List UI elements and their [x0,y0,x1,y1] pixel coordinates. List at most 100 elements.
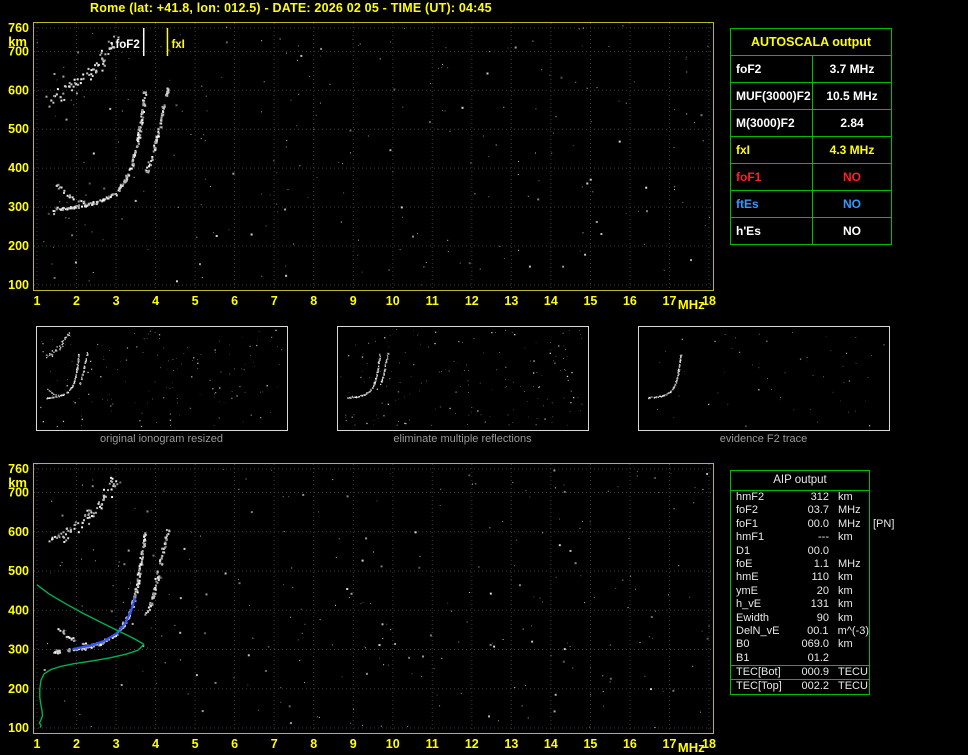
noise-dots [43,469,710,728]
autoscala-table-title: AUTOSCALA output [731,29,891,56]
x-axis-unit-label: MHz [678,740,705,755]
x-tick-label: 16 [623,294,637,308]
aip-tec-rows: TEC[Bot] 000.9 TECU TEC[Top] 002.2 TECU [731,665,869,694]
ionogram-bottom: 1 2 3 4 5 6 7 8 9 10 11 12 13 14 15 16 17 187607006005004… [8,462,716,755]
thumb-clean [337,326,589,431]
x-tick-label: 2 [73,737,80,751]
aip-row: hmE 110 km [731,571,869,584]
aip-param-value: 00.0 [807,517,829,530]
x-tick-label: 1 [34,294,41,308]
autoscala-row: MUF(3000)F2 10.5 MHz [731,83,891,110]
x-tick-label: 16 [623,737,637,751]
autoscala-output-table: AUTOSCALA output foF2 3.7 MHz MUF(3000)F2 1… [730,28,892,245]
x-tick-label: 2 [73,294,80,308]
autoscala-row: foF1 NO [731,164,891,191]
aip-row: B0 069.0 km [731,638,869,651]
aip-tec-row: TEC[Bot] 000.9 TECU [731,665,869,679]
autoscala-param-value: NO [843,197,861,211]
x-tick-label: 9 [350,294,357,308]
x-tick-label: 14 [544,737,558,751]
aip-param-unit: km [838,531,853,544]
aip-param-note: [PN] [873,517,895,530]
aip-param-name: h_vE [736,598,762,611]
aip-param-name: DelN_vE [736,624,780,637]
autoscala-param-name: h'Es [731,218,813,244]
x-tick-label: 6 [231,294,238,308]
aip-param-unit: km [838,584,853,597]
aip-row: foF1 00.0 MHz [PN] [731,517,894,531]
x-tick-label: 13 [504,294,518,308]
autoscala-param-value: 4.3 MHz [829,143,875,157]
noise-dots [657,332,885,427]
aip-param-unit: km [838,491,853,503]
autoscala-row: foF2 3.7 MHz [731,56,891,83]
foF2-marker-label: foF2 [115,39,139,51]
x-tick-label: 12 [465,737,479,751]
x-tick-label: 11 [426,737,439,751]
tec-param-value: 000.9 [801,666,829,679]
aip-row: Ewidth 90 km [731,612,869,625]
y-tick-label: 500 [8,122,29,136]
fxI-marker-label: fxI [171,39,184,51]
tec-param-name: TEC[Top] [736,680,782,693]
x-tick-label: 4 [152,294,159,308]
aip-output-table: AIP output hmF2 312 km foF2 03.7 MHz foF1 00.0 M… [730,470,894,695]
aip-row: B1 01.2 [731,652,869,665]
autoscala-row: h'Es NO [731,218,891,244]
aip-param-name: hmF1 [736,531,765,544]
y-tick-label: 500 [8,564,29,578]
autoscala-param-value: 10.5 MHz [826,89,878,103]
x-tick-label: 7 [271,737,278,751]
aip-param-unit: MHz [838,504,861,517]
y-tick-label: 200 [8,682,29,696]
axis-labels: 1 2 3 4 5 6 7 8 9 10 11 12 13 14 15 16 17 187607006005004… [8,21,716,312]
thumb-border [36,326,288,431]
x-tick-label: 6 [231,737,238,751]
x-tick-label: 15 [583,737,597,751]
autoscala-row: ftEs NO [731,191,891,218]
x-tick-label: 1 [34,737,41,751]
x-tick-label: 8 [310,294,317,308]
aip-param-value: 03.7 [807,504,829,517]
thumb-caption-f2: evidence F2 trace [719,433,808,445]
x-tick-label: 3 [113,294,120,308]
aip-param-value: 01.2 [807,651,829,664]
echo-dots [45,35,170,213]
autoscala-param-name: M(3000)F2 [731,110,813,136]
autoscala-param-name: MUF(3000)F2 [731,83,813,109]
y-tick-label: 100 [8,721,29,735]
aip-row: hmF1 --- km [731,531,869,544]
aip-table-rows: hmF2 312 km foF2 03.7 MHz foF1 00.0 MHz [PN] hmF1 -… [731,491,894,665]
aip-param-name: hmE [736,571,759,584]
aip-param-name: B1 [736,651,750,664]
aip-param-name: hmF2 [736,491,765,503]
aip-param-unit: MHz [838,517,861,530]
x-tick-label: 11 [426,294,439,308]
tec-param-unit: TECU [838,666,868,679]
autoscala-row: fxI 4.3 MHz [731,137,891,164]
autoscala-param-name: foF1 [731,164,813,190]
aip-param-name: ymE [736,584,758,597]
aip-param-unit: m^(-3) [837,624,869,637]
tec-param-value: 002.2 [801,680,829,693]
tec-param-name: TEC[Bot] [736,666,781,679]
y-axis-unit-label: km [8,475,27,490]
y-tick-label: 300 [8,200,29,214]
autoscala-page: Rome (lat: +41.8, lon: 012.5) - DATE: 20… [0,0,968,755]
y-tick-label: 760 [8,21,29,35]
thumb-original [36,326,288,431]
x-tick-label: 10 [386,737,400,751]
y-tick-label: 400 [8,161,29,175]
y-tick-label: 400 [8,603,29,617]
aip-param-unit: km [838,611,853,624]
aip-row: foE 1.1 MHz [731,558,869,571]
aip-param-value: 110 [811,571,829,584]
aip-param-name: D1 [736,544,751,557]
aip-row: hmF2 312 km [731,491,869,504]
echo-dots [347,352,390,399]
aip-param-name: foF1 [736,517,759,530]
autoscala-row: M(3000)F2 2.84 [731,110,891,137]
aip-param-name: Ewidth [736,611,770,624]
thumb-border [638,326,890,431]
autoscala-param-value: NO [843,170,861,184]
